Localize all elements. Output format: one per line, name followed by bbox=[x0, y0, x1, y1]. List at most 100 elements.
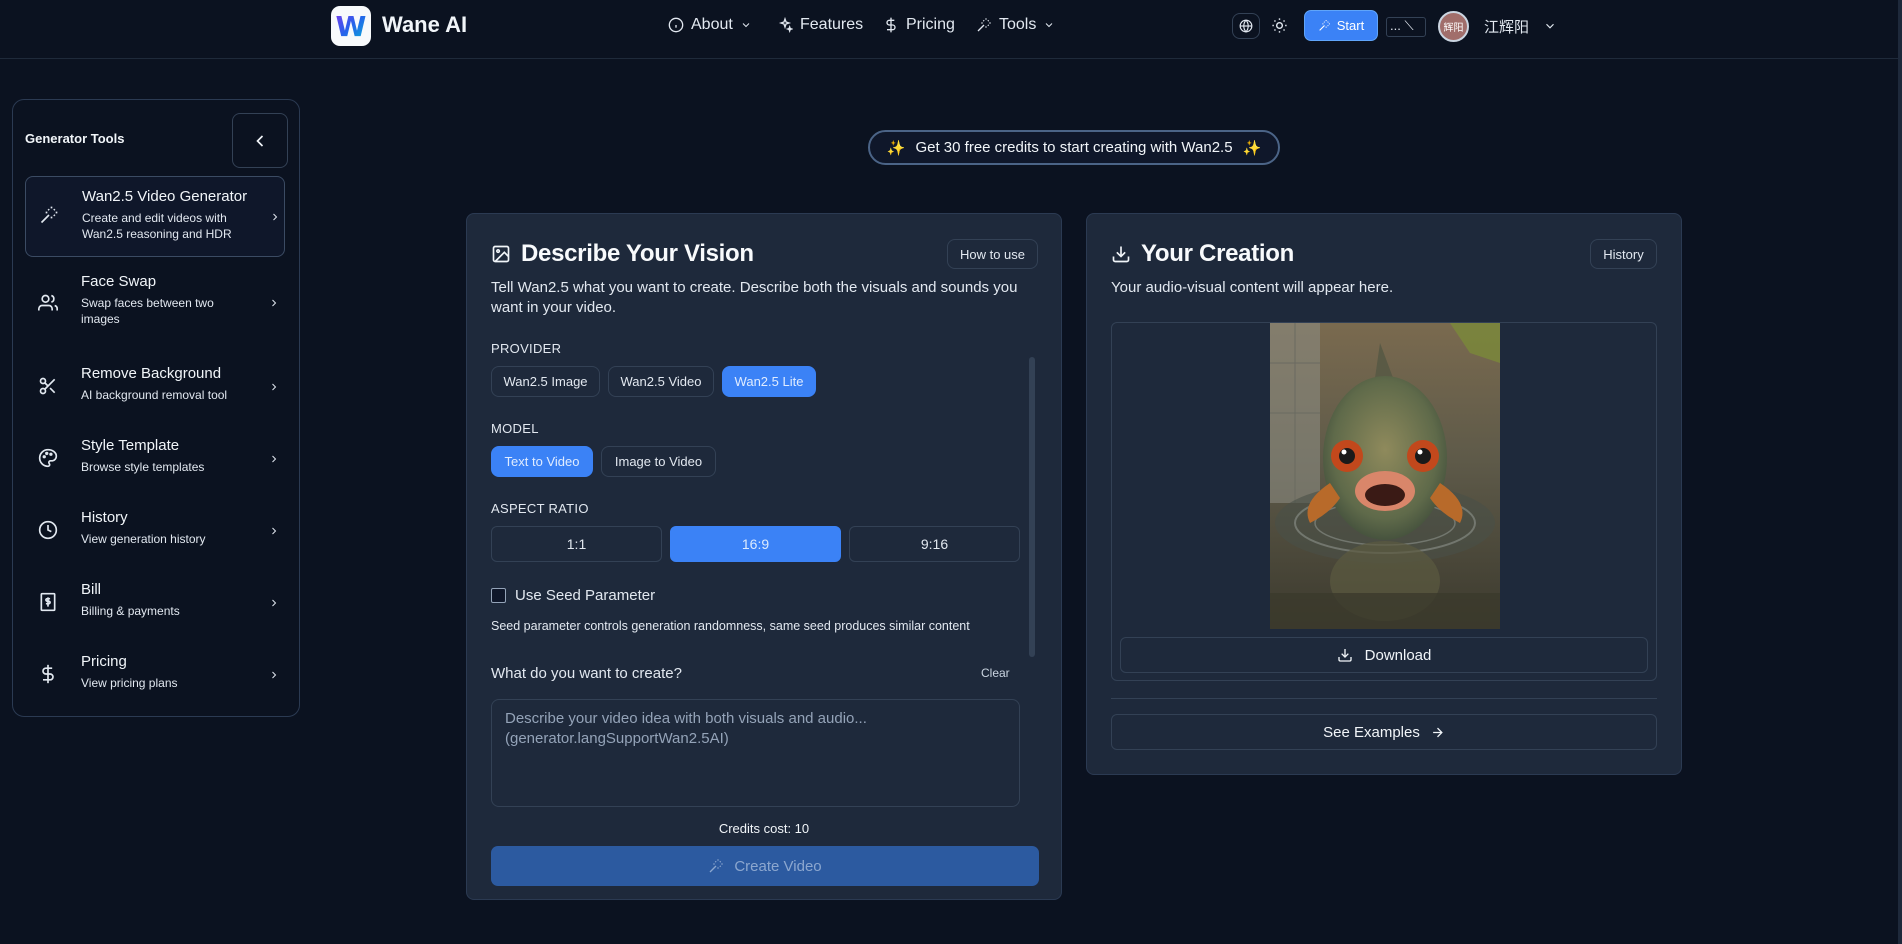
model-label: MODEL bbox=[491, 421, 539, 436]
sidebar-item-remove-background[interactable]: Remove Background AI background removal … bbox=[25, 365, 285, 427]
seed-checkbox[interactable] bbox=[491, 588, 506, 603]
chevron-right-icon bbox=[272, 527, 277, 535]
nav-features[interactable]: Features bbox=[777, 16, 863, 34]
provider-label: PROVIDER bbox=[491, 341, 562, 356]
nav-pricing-label: Pricing bbox=[906, 16, 955, 33]
chevron-down-icon bbox=[742, 23, 750, 28]
wand-icon bbox=[977, 18, 991, 32]
sidebar-item-label: Style Template bbox=[81, 437, 180, 454]
chevron-right-icon bbox=[272, 383, 277, 391]
language-button[interactable] bbox=[1232, 13, 1260, 39]
provider-option-image[interactable]: Wan2.5 Image bbox=[491, 366, 600, 397]
download-label: Download bbox=[1364, 646, 1432, 664]
chevron-right-icon bbox=[272, 599, 277, 607]
model-option-image-to-video[interactable]: Image to Video bbox=[601, 446, 716, 477]
scissors-icon bbox=[39, 377, 56, 395]
wand-icon bbox=[1319, 20, 1330, 31]
sidebar-item-label: Face Swap bbox=[81, 273, 157, 290]
divider bbox=[1111, 698, 1657, 699]
brand-name[interactable]: Wane AI bbox=[382, 12, 467, 38]
seed-label[interactable]: Use Seed Parameter bbox=[515, 587, 655, 604]
aspect-option-9-16[interactable]: 9:16 bbox=[849, 526, 1020, 562]
how-to-use-button[interactable]: How to use bbox=[947, 239, 1038, 269]
nav-tools[interactable]: Tools bbox=[976, 16, 1055, 34]
sidebar-item-face-swap[interactable]: Face Swap Swap faces between two images bbox=[25, 273, 285, 335]
create-video-button[interactable]: Create Video bbox=[491, 846, 1039, 886]
nav-about-label: About bbox=[691, 16, 733, 33]
nav-about[interactable]: About bbox=[668, 16, 752, 34]
preview-container: Download bbox=[1111, 322, 1657, 681]
aspect-option-16-9[interactable]: 16:9 bbox=[670, 526, 841, 562]
theme-toggle[interactable] bbox=[1271, 17, 1288, 34]
sidebar-item-video-generator[interactable]: Wan2.5 Video Generator Create and edit v… bbox=[25, 176, 285, 257]
nav-pricing[interactable]: Pricing bbox=[883, 16, 955, 34]
info-icon bbox=[668, 17, 684, 33]
creation-title-text: Your Creation bbox=[1141, 240, 1295, 267]
creation-subtitle: Your audio-visual content will appear he… bbox=[1111, 279, 1394, 296]
generated-preview-image[interactable] bbox=[1270, 323, 1500, 629]
arrow-right-icon bbox=[1432, 727, 1443, 737]
sidebar-item-desc: Create and edit videos with Wan2.5 reaso… bbox=[82, 211, 232, 241]
free-credits-banner[interactable]: ✨ Get 30 free credits to start creating … bbox=[868, 130, 1280, 165]
form-scrollbar[interactable] bbox=[1029, 357, 1035, 657]
free-credits-text: Get 30 free credits to start creating wi… bbox=[915, 139, 1233, 156]
collapse-sidebar-button[interactable] bbox=[232, 113, 288, 168]
sidebar-item-desc: Billing & payments bbox=[81, 604, 180, 618]
sidebar-item-label: Wan2.5 Video Generator bbox=[82, 188, 248, 205]
sidebar-item-desc: View pricing plans bbox=[81, 676, 178, 690]
see-examples-label: See Examples bbox=[1323, 723, 1420, 741]
sidebar-item-bill[interactable]: Bill Billing & payments bbox=[25, 581, 285, 643]
sidebar-item-desc: Browse style templates bbox=[81, 460, 205, 474]
clear-button[interactable]: Clear bbox=[981, 666, 1010, 680]
history-button[interactable]: History bbox=[1590, 239, 1657, 269]
describe-subtitle: Tell Wan2.5 what you want to create. Des… bbox=[491, 279, 1018, 316]
sidebar-item-pricing[interactable]: Pricing View pricing plans bbox=[25, 653, 285, 715]
start-button[interactable]: Start bbox=[1304, 10, 1378, 41]
chevron-right-icon bbox=[272, 455, 277, 463]
sidebar-item-desc: View generation history bbox=[81, 532, 206, 546]
provider-option-video[interactable]: Wan2.5 Video bbox=[608, 366, 714, 397]
sidebar-item-style-template[interactable]: Style Template Browse style templates bbox=[25, 437, 285, 499]
user-menu-toggle[interactable] bbox=[1543, 19, 1557, 33]
users-icon bbox=[38, 294, 58, 311]
sidebar-item-desc: Swap faces between two images bbox=[81, 296, 214, 326]
sidebar: Generator Tools Wan2.5 Video Generator C… bbox=[12, 99, 300, 717]
chevron-right-icon bbox=[273, 213, 278, 221]
aspect-option-1-1[interactable]: 1:1 bbox=[491, 526, 662, 562]
provider-option-lite[interactable]: Wan2.5 Lite bbox=[722, 366, 816, 397]
aspect-ratio-label: ASPECT RATIO bbox=[491, 501, 589, 516]
credits-cost: Credits cost: 10 bbox=[718, 821, 810, 836]
palette-icon bbox=[38, 448, 58, 468]
sidebar-title: Generator Tools bbox=[25, 131, 125, 146]
model-option-text-to-video[interactable]: Text to Video bbox=[491, 446, 593, 477]
sidebar-item-desc: AI background removal tool bbox=[81, 388, 228, 402]
sun-icon bbox=[1272, 18, 1287, 33]
download-icon bbox=[1337, 649, 1352, 662]
logo[interactable]: W bbox=[331, 6, 371, 46]
chevron-down-icon bbox=[1546, 23, 1554, 29]
download-icon bbox=[1112, 246, 1130, 263]
image-icon bbox=[492, 245, 510, 263]
logo-letter: W bbox=[335, 9, 367, 43]
see-examples-button[interactable]: See Examples bbox=[1111, 714, 1657, 750]
dollar-icon bbox=[886, 17, 896, 33]
download-button[interactable]: Download bbox=[1120, 637, 1648, 673]
globe-icon bbox=[1239, 19, 1253, 33]
clock-icon bbox=[38, 520, 58, 540]
more-menu[interactable]: ... ⟍ bbox=[1386, 17, 1426, 37]
prompt-textarea[interactable]: Describe your video idea with both visua… bbox=[491, 699, 1020, 807]
avatar[interactable]: 辉阳 bbox=[1438, 11, 1469, 42]
top-navbar: W Wane AI About Features Pricing Tools S… bbox=[0, 0, 1902, 59]
creation-title: Your Creation bbox=[1111, 240, 1294, 268]
describe-panel: Describe Your Vision How to use Tell Wan… bbox=[466, 213, 1062, 900]
page-scrollbar[interactable] bbox=[1898, 0, 1902, 944]
nav-tools-label: Tools bbox=[999, 16, 1037, 33]
creation-panel: Your Creation History Your audio-visual … bbox=[1086, 213, 1682, 775]
start-label: Start bbox=[1336, 18, 1365, 33]
username[interactable]: 江辉阳 bbox=[1484, 16, 1529, 37]
prompt-question: What do you want to create? bbox=[491, 665, 682, 682]
chevron-down-icon bbox=[1046, 23, 1053, 28]
wand-icon bbox=[40, 206, 58, 224]
sidebar-item-label: Bill bbox=[81, 581, 102, 598]
sidebar-item-history[interactable]: History View generation history bbox=[25, 509, 285, 571]
